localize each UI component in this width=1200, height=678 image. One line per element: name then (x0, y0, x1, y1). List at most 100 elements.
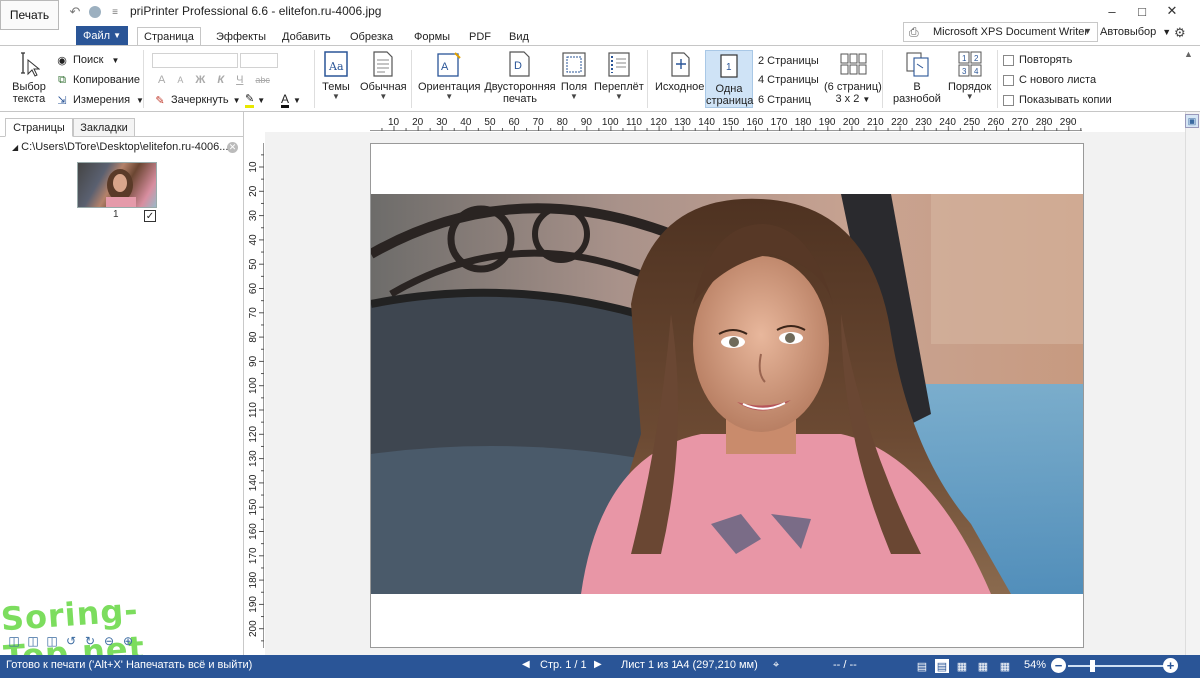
font-name-input[interactable] (152, 53, 238, 68)
duplex-button[interactable]: D Двусторонняя печать (484, 49, 556, 105)
expand-icon[interactable]: ◢ (12, 143, 18, 152)
printer-select[interactable]: ⎙ Microsoft XPS Document Writer ▼ (903, 22, 1098, 42)
crop-icon[interactable]: ⌖ (773, 659, 779, 672)
thumbnail-checkbox[interactable]: ✓ (144, 210, 156, 222)
italic-button[interactable]: К (217, 74, 224, 86)
underline-button[interactable]: Ч (236, 74, 243, 86)
ruler-label: 160 (248, 523, 259, 540)
margins-button[interactable]: Поля ▼ (560, 49, 588, 101)
zoom-out-button[interactable]: − (1051, 658, 1066, 673)
six-pages-button[interactable]: 6 Страниц (758, 91, 811, 109)
shrink-font-button[interactable]: A (177, 75, 183, 85)
svg-text:Aa: Aa (328, 60, 344, 73)
ruler-label: 70 (248, 307, 259, 319)
collapse-ribbon-icon[interactable]: ▲ (1184, 49, 1193, 59)
zoom-out-icon[interactable]: ⊖ (101, 633, 117, 649)
zoom-slider-track[interactable] (1068, 665, 1166, 667)
tab-crop[interactable]: Обрезка (344, 27, 399, 46)
ruler-label: 30 (436, 117, 448, 128)
view-multi-icon[interactable]: ▦ (998, 659, 1012, 673)
vertical-scrollbar[interactable] (1185, 112, 1200, 655)
close-icon[interactable]: ✕ (1158, 2, 1186, 20)
tab-file[interactable]: Файл ▼ (76, 26, 128, 45)
normal-button[interactable]: Обычная ▼ (360, 49, 407, 101)
vertical-ruler: 10 20 30 40 50 60 70 80 90 100 110 120 130 140 150 160 1… (246, 143, 264, 648)
original-button[interactable]: Исходное (655, 49, 704, 93)
customize-icon[interactable]: ≡ (106, 4, 124, 20)
font-color-button[interactable]: A ▼ (281, 91, 301, 109)
strike-button[interactable]: ✎ Зачеркнуть ▼ (152, 91, 240, 109)
view-single-icon[interactable]: ▤ (935, 659, 949, 673)
sheet-indicator: Лист 1 из 1 (621, 659, 678, 671)
view-grid-icon[interactable]: ▦ (976, 659, 990, 673)
highlight-button[interactable]: ✎ ▼ (245, 91, 265, 109)
tab-effects[interactable]: Эффекты (210, 27, 272, 46)
select-text-button[interactable]: Выбор текста (10, 49, 48, 105)
grow-font-button[interactable]: A (158, 74, 165, 86)
six-grid-size: 3 x 2 (835, 93, 860, 105)
zoom-in-icon[interactable]: ⊕ (120, 633, 136, 649)
strikethrough-button[interactable]: abc (255, 75, 270, 85)
order-button[interactable]: 1234 Порядок ▼ (948, 49, 991, 101)
chevron-down-icon: ▼ (1083, 26, 1092, 36)
copy-button[interactable]: ⧉ Копирование (54, 71, 140, 89)
duplex-icon: D (506, 49, 534, 79)
themes-button[interactable]: Aa Темы ▼ (322, 49, 350, 101)
rotate-right-icon[interactable]: ↻ (82, 633, 98, 649)
new-page-icon[interactable]: ◫ (6, 633, 22, 649)
zoom-in-button[interactable]: + (1163, 658, 1178, 673)
ruler-label: 70 (533, 117, 545, 128)
tab-pdf[interactable]: PDF (463, 27, 497, 46)
close-icon[interactable]: ✕ (227, 142, 238, 153)
circle-icon[interactable] (86, 4, 104, 20)
measure-label: Измерения (73, 94, 131, 106)
bold-button[interactable]: Ж (195, 74, 205, 86)
panel-toolbar: ◫ ◫ ◫ ↺ ↻ ⊖ ⊕ (6, 633, 136, 651)
page-after-icon[interactable]: ◫ (44, 633, 60, 649)
page-thumbnail[interactable] (77, 162, 157, 208)
six-grid-button[interactable]: (6 страниц) 3 x 2 ▼ (824, 49, 882, 106)
gear-icon[interactable]: ⚙ (1174, 25, 1186, 41)
font-size-input[interactable] (240, 53, 278, 68)
file-tree-item[interactable]: ◢ C:\Users\DTore\Desktop\elitefon.ru-400… (12, 141, 231, 153)
new-sheet-checkbox[interactable]: С нового листа (1003, 72, 1096, 88)
tab-bookmarks[interactable]: Закладки (73, 118, 135, 137)
orientation-button[interactable]: A Ориентация ▼ (418, 49, 480, 101)
minimize-icon[interactable]: – (1098, 2, 1126, 20)
prev-page-icon[interactable]: ◀ (522, 659, 530, 670)
one-page-button[interactable]: 1 Одна страница (705, 50, 753, 108)
view-book-icon[interactable]: ▤ (915, 659, 929, 673)
svg-text:D: D (514, 60, 522, 72)
tab-shapes[interactable]: Формы (408, 27, 456, 46)
scatter-button[interactable]: В разнобой (889, 49, 945, 105)
tab-view[interactable]: Вид (503, 27, 535, 46)
zoom-slider-handle[interactable] (1090, 660, 1095, 672)
page-image[interactable] (371, 194, 1083, 594)
panel-toggle-icon[interactable]: ▣ (1185, 114, 1199, 128)
tab-add[interactable]: Добавить (276, 27, 337, 46)
binding-button[interactable]: Переплёт ▼ (594, 49, 644, 101)
repeat-checkbox[interactable]: Повторять (1003, 52, 1072, 68)
ruler-label: 170 (248, 547, 259, 564)
page-before-icon[interactable]: ◫ (25, 633, 41, 649)
undo-icon[interactable]: ↶ (66, 4, 84, 20)
margins-icon (560, 49, 588, 79)
chevron-down-icon: ▼ (1162, 27, 1172, 37)
measure-button[interactable]: ⇲ Измерения ▼ (54, 91, 144, 109)
four-pages-button[interactable]: 4 Страницы (758, 71, 819, 89)
ruler-label: 60 (248, 283, 259, 295)
ruler-label: 50 (484, 117, 496, 128)
ruler-label: 140 (698, 117, 715, 128)
search-button[interactable]: ◉ Поиск ▼ (54, 51, 119, 69)
view-double-icon[interactable]: ▦ (955, 659, 969, 673)
auto-select-dropdown[interactable]: Автовыбор ▼ (1100, 22, 1172, 42)
next-page-icon[interactable]: ▶ (594, 659, 602, 670)
two-pages-button[interactable]: 2 Страницы (758, 52, 819, 70)
ruler-icon: ⇲ (57, 94, 67, 107)
ruler-label: 20 (412, 117, 424, 128)
tab-pages[interactable]: Страницы (5, 118, 73, 137)
maximize-icon[interactable]: □ (1128, 2, 1156, 20)
tab-page[interactable]: Страница (137, 27, 201, 46)
show-copies-checkbox[interactable]: Показывать копии (1003, 92, 1112, 108)
rotate-left-icon[interactable]: ↺ (63, 633, 79, 649)
